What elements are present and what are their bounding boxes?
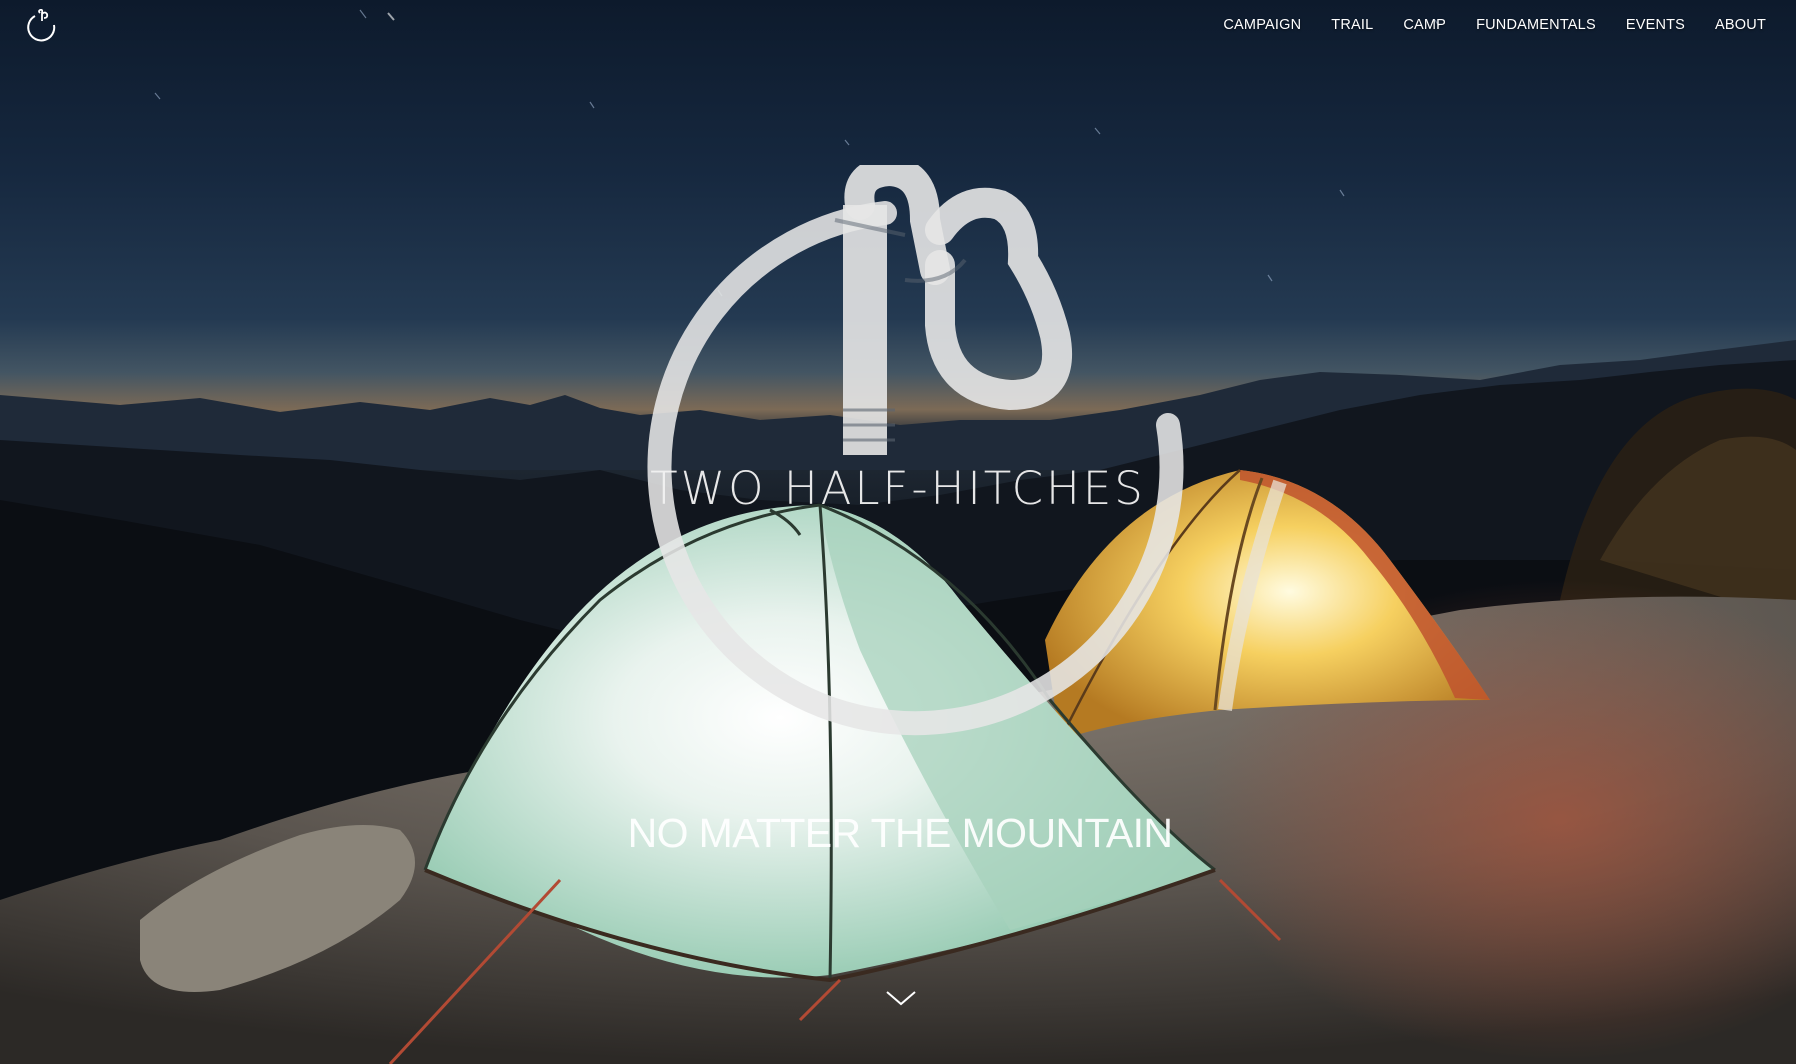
nav-link-fundamentals[interactable]: FUNDAMENTALS <box>1476 17 1596 33</box>
nav-link-campaign[interactable]: CAMPAIGN <box>1223 17 1301 33</box>
hero-tagline: NO MATTER THE MOUNTAIN <box>627 810 1173 856</box>
nav-link-events[interactable]: EVENTS <box>1626 17 1685 33</box>
brand-name: TWO HALF-HITCHES <box>650 462 1146 515</box>
nav-link-camp[interactable]: CAMP <box>1403 17 1446 33</box>
nav-link-trail[interactable]: TRAIL <box>1331 17 1373 33</box>
hero-section: CAMPAIGN TRAIL CAMP FUNDAMENTALS EVENTS … <box>0 0 1796 1064</box>
nav-link-about[interactable]: ABOUT <box>1715 17 1766 33</box>
two-half-hitches-knot-icon[interactable] <box>22 9 58 43</box>
chevron-down-icon[interactable] <box>884 986 918 1010</box>
main-nav: CAMPAIGN TRAIL CAMP FUNDAMENTALS EVENTS … <box>1223 14 1766 36</box>
